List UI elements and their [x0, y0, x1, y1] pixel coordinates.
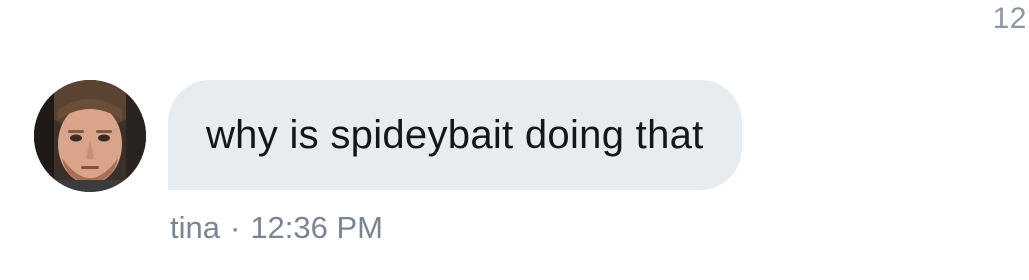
message-meta: tina · 12:36 PM	[170, 210, 383, 246]
timestamp-fragment: 12	[992, 2, 1027, 35]
avatar-photo-icon	[34, 80, 146, 192]
message-bubble[interactable]: why is spideybait doing that	[168, 80, 742, 190]
sender-name[interactable]: tina	[170, 210, 220, 245]
message-row: why is spideybait doing that	[34, 80, 742, 192]
message-text: why is spideybait doing that	[206, 112, 704, 157]
dm-conversation-view: 12 why is spideybait doing that tina · 1…	[0, 0, 1029, 280]
sender-avatar[interactable]	[34, 80, 146, 192]
meta-separator: ·	[229, 210, 241, 245]
message-time: 12:36 PM	[250, 210, 384, 245]
